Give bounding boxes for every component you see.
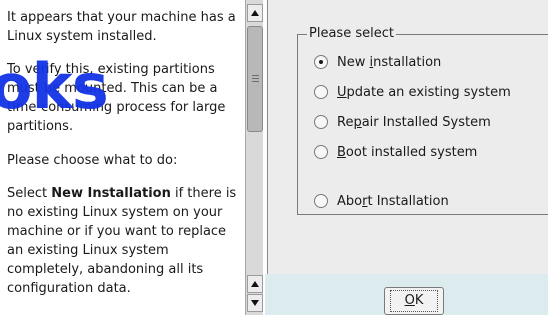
radio-abort-installation[interactable]: Abort Installation <box>314 192 449 210</box>
help-scrollbar[interactable] <box>245 0 263 315</box>
radio-indicator[interactable] <box>314 145 328 159</box>
arrow-up-icon <box>251 10 259 16</box>
help-text: It appears that your machine has a Linux… <box>7 8 239 298</box>
radio-indicator[interactable] <box>314 85 328 99</box>
help-paragraph-4: Select New Installation if there is no e… <box>7 184 239 299</box>
radio-new-installation[interactable]: New installation <box>314 53 441 71</box>
radio-label: Boot installed system <box>337 144 478 160</box>
help-new-installation-bold: New Installation <box>51 185 171 201</box>
arrow-up-icon <box>251 281 259 287</box>
radio-update-existing-system[interactable]: Update an existing system <box>314 83 511 101</box>
scroll-step-up-button[interactable] <box>247 275 263 293</box>
help-panel: It appears that your machine has a Linux… <box>0 0 268 315</box>
radio-label: Update an existing system <box>337 84 511 100</box>
radio-indicator[interactable] <box>314 115 328 129</box>
ok-button-label: OK <box>389 290 439 312</box>
help-paragraph-1: It appears that your machine has a Linux… <box>7 10 236 45</box>
install-options-group: Please select New installation Update an… <box>297 26 548 215</box>
help-paragraph-2: To verify this, existing partitions must… <box>7 62 226 135</box>
radio-indicator[interactable] <box>314 194 328 208</box>
help-paragraph-4-post: if there is no existing Linux system on … <box>7 185 237 297</box>
radio-label: Repair Installed System <box>337 114 491 130</box>
radio-indicator[interactable] <box>314 55 328 69</box>
ok-button[interactable]: OK <box>384 287 444 315</box>
radio-repair-installed-system[interactable]: Repair Installed System <box>314 113 491 131</box>
scroll-down-button[interactable] <box>247 294 263 312</box>
help-paragraph-4-pre: Select <box>7 185 52 201</box>
radio-boot-installed-system[interactable]: Boot installed system <box>314 143 477 161</box>
grip-icon <box>252 75 259 82</box>
arrow-down-icon <box>251 300 259 306</box>
group-legend: Please select <box>307 26 396 42</box>
help-paragraph-3: Please choose what to do: <box>7 152 178 168</box>
radio-label: Abort Installation <box>337 193 449 209</box>
scroll-thumb[interactable] <box>247 26 263 132</box>
scroll-up-button[interactable] <box>247 4 263 22</box>
radio-label: New installation <box>337 54 442 70</box>
